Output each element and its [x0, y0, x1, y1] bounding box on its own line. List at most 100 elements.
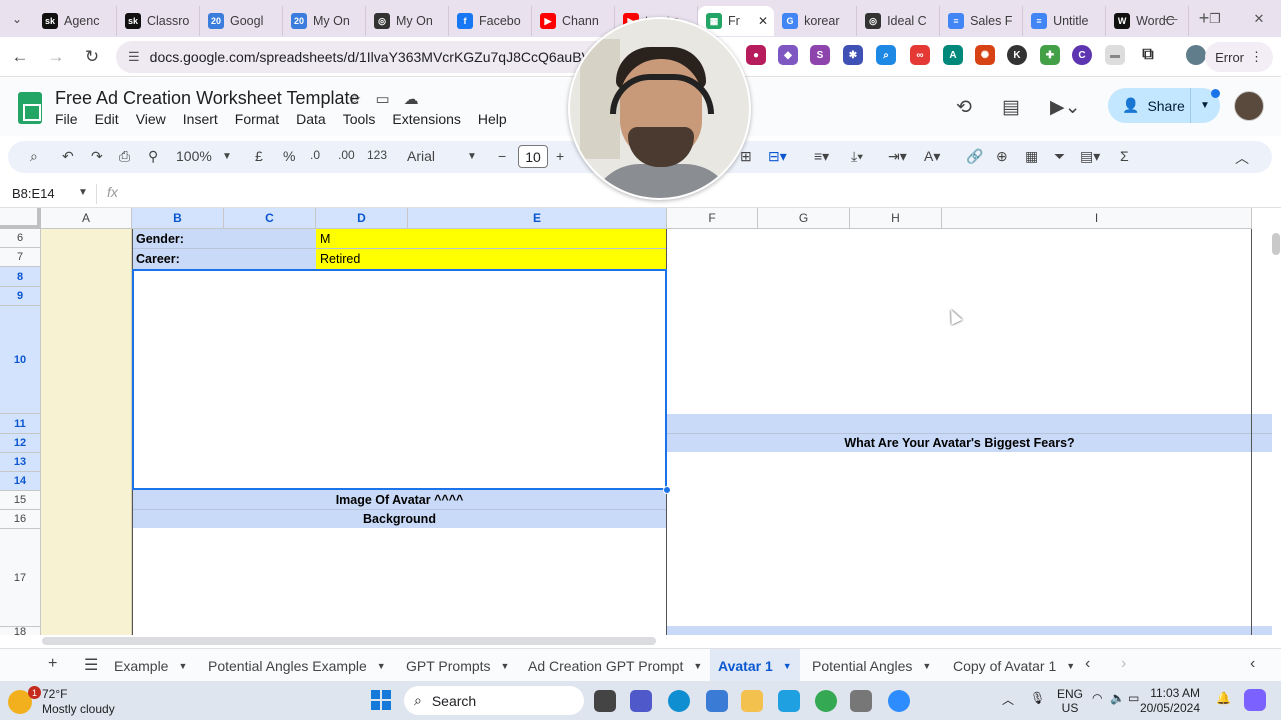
text-rotation-icon[interactable]: A▾ [924, 148, 940, 165]
account-avatar[interactable] [1234, 91, 1264, 121]
extension-icon[interactable]: ✱ [843, 45, 863, 65]
cell-b16[interactable]: Background [132, 510, 667, 528]
microphone-icon[interactable]: 🎙 [1030, 691, 1045, 705]
menu-item[interactable]: View [136, 111, 166, 127]
undo-icon[interactable]: ↶ [62, 148, 74, 165]
cell-f12[interactable]: What Are Your Avatar's Biggest Fears? [667, 433, 1252, 452]
browser-tab[interactable]: ≡ Untitle [1023, 6, 1107, 36]
browser-tab[interactable]: ◎ Ideal C [857, 6, 941, 36]
menu-item[interactable]: Tools [343, 111, 376, 127]
vertical-scroll-thumb[interactable] [1272, 233, 1280, 255]
sheet-tab[interactable]: Copy of Avatar 1 ▼ [945, 649, 1083, 682]
menu-item[interactable]: Extensions [392, 111, 460, 127]
extension-icon[interactable]: A [943, 45, 963, 65]
column-header[interactable]: E [408, 208, 667, 229]
percent-button[interactable]: % [283, 148, 295, 164]
row-header[interactable]: 17 [0, 529, 41, 627]
cell-b6[interactable]: Gender: [132, 229, 316, 249]
sheet-tab[interactable]: GPT Prompts ▼ [398, 649, 517, 682]
paint-format-icon[interactable]: ⚲ [148, 148, 158, 165]
move-folder-icon[interactable]: ▭ [375, 90, 389, 108]
increase-decimal-button[interactable]: .00 [338, 148, 355, 162]
column-header[interactable]: G [758, 208, 850, 229]
notepad-icon[interactable] [778, 690, 800, 712]
browser-tab[interactable]: sk Classro [117, 6, 200, 36]
row-header[interactable]: 14 [0, 472, 41, 491]
row-header[interactable]: 9 [0, 287, 41, 306]
font-size-decrease-icon[interactable]: − [498, 148, 506, 164]
extension-icon[interactable]: ⌕ [876, 45, 896, 65]
merge-cells-icon[interactable]: ⊟▾ [768, 148, 787, 165]
store-icon[interactable] [706, 690, 728, 712]
puzzle-icon[interactable]: ⧉ [1138, 45, 1158, 65]
close-window-icon[interactable]: ✕ [1237, 0, 1281, 37]
language-indicator[interactable]: ENG US [1057, 687, 1083, 715]
insert-chart-icon[interactable]: ▦ [1025, 148, 1038, 165]
print-icon[interactable]: ⎙ [119, 148, 130, 165]
extension-icon[interactable]: ◆ [778, 45, 798, 65]
sheet-tab-menu-icon[interactable]: ▼ [922, 661, 931, 671]
cell-d7[interactable]: Retired [316, 249, 667, 269]
reload-icon[interactable]: ↻ [76, 41, 108, 73]
explore-collapse-icon[interactable]: ‹ [1250, 655, 1255, 673]
browser-tab[interactable]: 20 My On [283, 6, 366, 36]
search-menus-icon[interactable]: ⌕ [30, 148, 38, 165]
row-header[interactable]: 7 [0, 248, 41, 267]
row-header[interactable]: 10 [0, 306, 41, 414]
tray-overflow-icon[interactable]: ︿ [1002, 691, 1014, 708]
column-header[interactable]: A [41, 208, 132, 229]
number-format-button[interactable]: 123 [367, 148, 387, 162]
profile-avatar[interactable] [1186, 45, 1206, 65]
star-icon[interactable]: ☆ [348, 90, 361, 108]
scroll-tabs-right-icon[interactable]: › [1121, 655, 1126, 673]
cell-d6[interactable]: M [316, 229, 667, 249]
extension-icon[interactable]: S [810, 45, 830, 65]
comments-icon[interactable]: ▤ [1002, 96, 1020, 119]
sheet-tab-menu-icon[interactable]: ▼ [501, 661, 510, 671]
add-sheet-icon[interactable]: + [48, 655, 57, 673]
share-dropdown-icon[interactable]: ▼ [1200, 100, 1210, 111]
menu-item[interactable]: Format [235, 111, 279, 127]
insert-link-icon[interactable]: 🔗 [966, 148, 983, 165]
select-all-corner[interactable] [0, 208, 41, 229]
spreadsheet-grid[interactable]: Gender: M Career: Retired What Are Your … [0, 208, 1281, 635]
tab-search-icon[interactable]: ⌄ [0, 0, 34, 37]
chrome-icon[interactable] [815, 690, 837, 712]
text-wrap-icon[interactable]: ⇥▾ [888, 148, 907, 165]
cell-b7[interactable]: Career: [132, 249, 316, 269]
vertical-align-icon[interactable]: ⤓▾ [851, 148, 863, 165]
row-header[interactable]: 12 [0, 434, 41, 453]
row-header[interactable]: 6 [0, 229, 41, 248]
sheet-tab-menu-icon[interactable]: ▼ [178, 661, 187, 671]
clock[interactable]: 11:03 AM 20/05/2024 [1128, 686, 1200, 716]
profile-error-button[interactable]: Error ⋮ [1205, 42, 1273, 72]
menu-item[interactable]: Insert [183, 111, 218, 127]
extension-icon[interactable]: C [1072, 45, 1092, 65]
all-sheets-icon[interactable]: ☰ [84, 655, 98, 675]
decrease-decimal-button[interactable]: .0 [310, 148, 320, 162]
sheet-tab-menu-icon[interactable]: ▼ [783, 661, 792, 671]
menu-item[interactable]: Edit [95, 111, 119, 127]
column-header[interactable]: D [316, 208, 408, 229]
zoom-select[interactable]: 100% [176, 148, 212, 164]
browser-tab[interactable]: 20 Googl [200, 6, 283, 36]
borders-icon[interactable]: ⊞ [740, 148, 752, 165]
column-header[interactable]: H [850, 208, 942, 229]
sheet-tab-menu-icon[interactable]: ▼ [1066, 661, 1075, 671]
extension-icon[interactable]: ∞ [910, 45, 930, 65]
row-header[interactable]: 18 [0, 626, 41, 635]
menu-item[interactable]: Data [296, 111, 326, 127]
restore-icon[interactable]: ❐ [1193, 0, 1237, 37]
task-view-icon[interactable] [594, 690, 616, 712]
menu-item[interactable]: File [55, 111, 78, 127]
column-header[interactable]: I [942, 208, 1252, 229]
row-header[interactable]: 15 [0, 491, 41, 510]
name-box-dropdown-icon[interactable]: ▼ [78, 187, 88, 198]
extension-icon[interactable]: ✺ [975, 45, 995, 65]
font-dropdown-icon[interactable]: ▼ [467, 151, 477, 162]
column-header[interactable]: B [132, 208, 224, 229]
minimize-icon[interactable]: — [1149, 0, 1193, 37]
browser-tab[interactable]: Gkorear [774, 6, 858, 36]
filter-icon[interactable]: ⏷ [1054, 148, 1065, 165]
row-header[interactable]: 11 [0, 414, 41, 434]
